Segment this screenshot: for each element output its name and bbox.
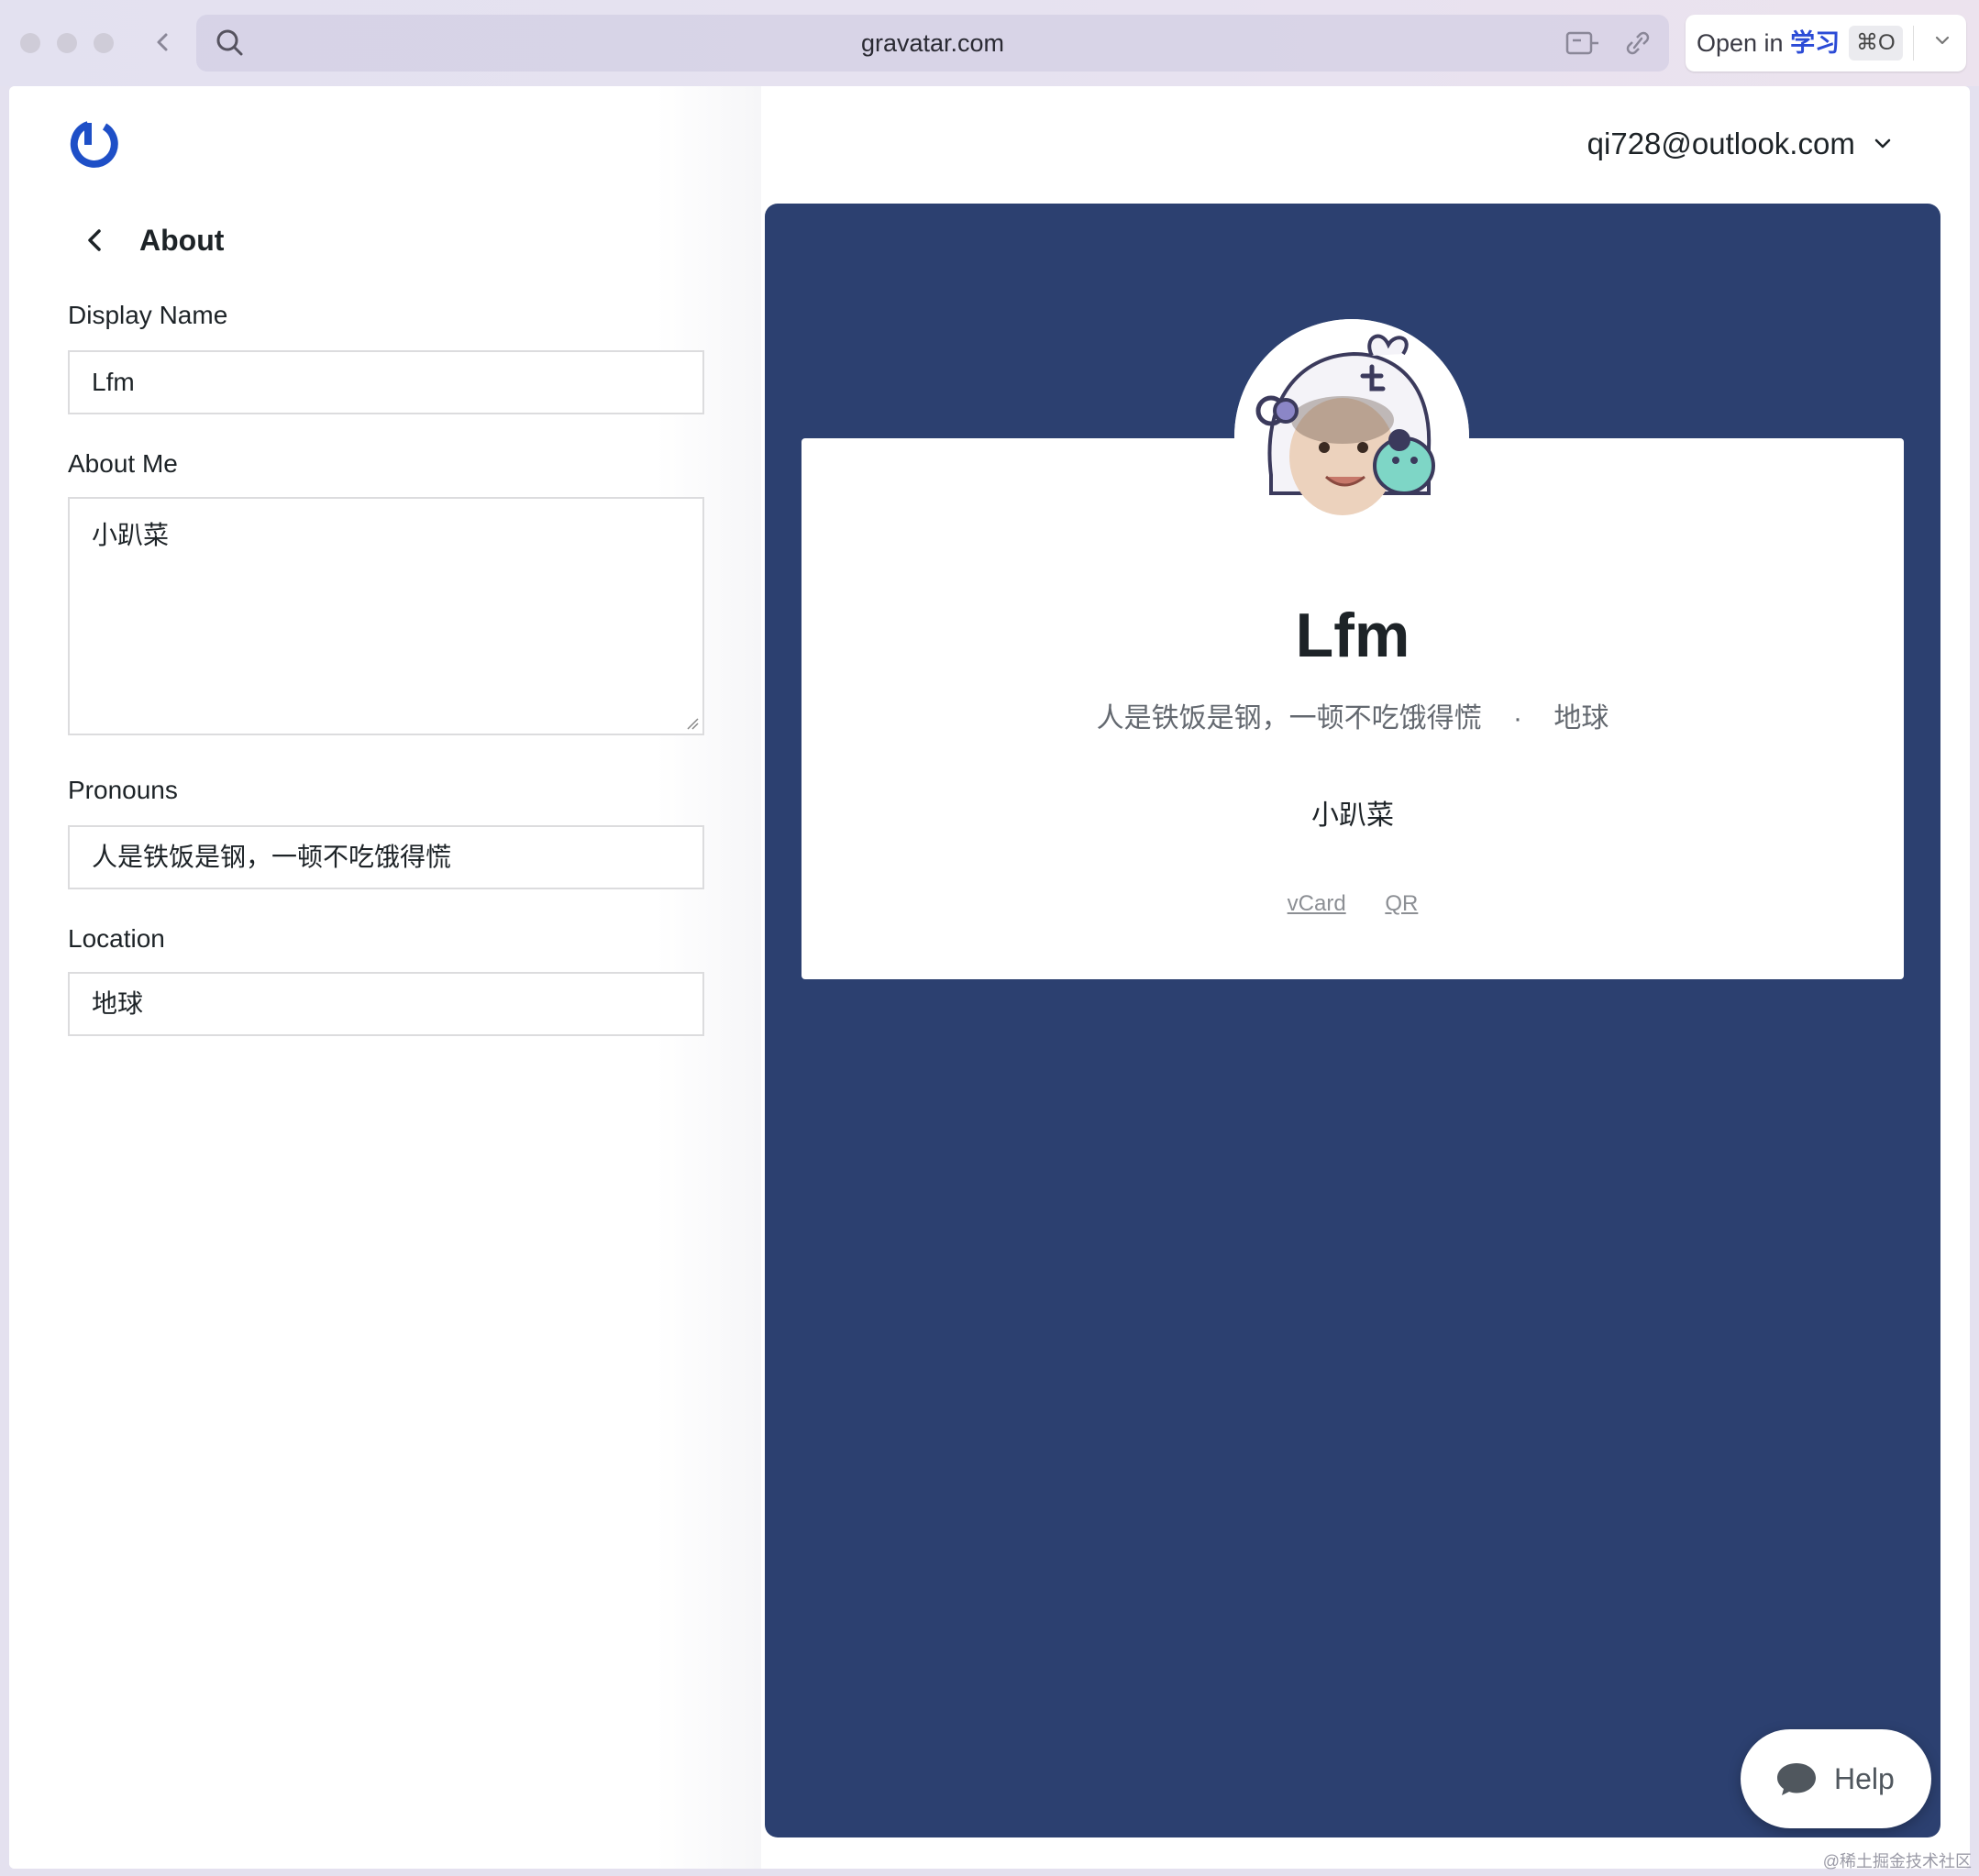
account-menu[interactable]: qi728@outlook.com [1587, 127, 1893, 161]
help-label: Help [1834, 1762, 1895, 1795]
account-email: qi728@outlook.com [1587, 127, 1855, 160]
pronouns-input[interactable]: 人是铁饭是钢，一顿不吃饿得慌 [68, 825, 704, 889]
location-label: Location [68, 924, 165, 953]
profile-name: Lfm [1295, 601, 1410, 670]
avatar-illustration [1234, 319, 1469, 554]
chevron-down-icon [1935, 36, 1950, 45]
open-in-app-button[interactable]: Open in 学习 ⌘O [1686, 15, 1966, 72]
location-input[interactable]: 地球 [68, 972, 704, 1036]
meta-separator: · [1513, 703, 1522, 734]
open-in-label: Open in 学习 [1697, 15, 1840, 72]
browser-toolbar: gravatar.com Open in 学习 ⌘O [0, 0, 1979, 86]
window-close-button[interactable] [20, 33, 40, 53]
window-zoom-button[interactable] [94, 33, 114, 53]
chevron-left-icon [157, 33, 168, 51]
display-name-input[interactable]: Lfm [68, 350, 704, 414]
reader-mode-icon[interactable] [1564, 28, 1601, 59]
vcard-link[interactable]: vCard [1288, 891, 1346, 916]
profile-about: 小趴菜 [1311, 800, 1394, 831]
address-url[interactable]: gravatar.com [196, 15, 1669, 72]
chat-bubble-icon [1777, 1763, 1816, 1795]
open-in-dropdown-button[interactable] [1926, 15, 1959, 72]
display-name-label: Display Name [68, 301, 228, 329]
open-in-app-name: 学习 [1790, 29, 1841, 57]
profile-location: 地球 [1553, 703, 1609, 734]
gravatar-logo-icon[interactable] [68, 117, 119, 169]
profile-meta: 人是铁饭是钢，一顿不吃饿得慌 · 地球 [802, 695, 1904, 735]
page-content: About Display Name Lfm About Me 小趴菜 Pron… [9, 86, 1970, 1869]
shortcut-badge: ⌘O [1849, 26, 1903, 61]
profile-preview: Lfm 人是铁饭是钢，一顿不吃饿得慌 · 地球 小趴菜 vCard QR Hel… [765, 204, 1940, 1837]
divider [1913, 26, 1914, 61]
open-in-prefix: Open in [1697, 29, 1784, 57]
watermark: @稀土掘金技术社区 [1822, 1852, 1972, 1870]
qr-link[interactable]: QR [1385, 891, 1418, 916]
editor-panel: About Display Name Lfm About Me 小趴菜 Pron… [9, 86, 761, 1869]
about-me-label: About Me [68, 449, 178, 478]
avatar [1234, 319, 1469, 554]
window-minimize-button[interactable] [57, 33, 77, 53]
profile-pronouns: 人是铁饭是钢，一顿不吃饿得慌 [1096, 703, 1482, 734]
about-me-text: 小趴菜 [92, 521, 170, 549]
address-bar[interactable]: gravatar.com [196, 15, 1669, 72]
pronouns-label: Pronouns [68, 776, 178, 804]
profile-links: vCard QR [802, 891, 1904, 917]
about-me-textarea[interactable]: 小趴菜 [68, 497, 704, 735]
browser-back-button[interactable] [149, 24, 176, 61]
resize-handle-icon[interactable] [686, 717, 699, 730]
section-title: About [139, 224, 225, 257]
chevron-down-icon [1873, 133, 1893, 160]
back-button[interactable] [77, 222, 114, 259]
link-icon[interactable] [1620, 28, 1656, 59]
help-button[interactable]: Help [1741, 1729, 1931, 1828]
